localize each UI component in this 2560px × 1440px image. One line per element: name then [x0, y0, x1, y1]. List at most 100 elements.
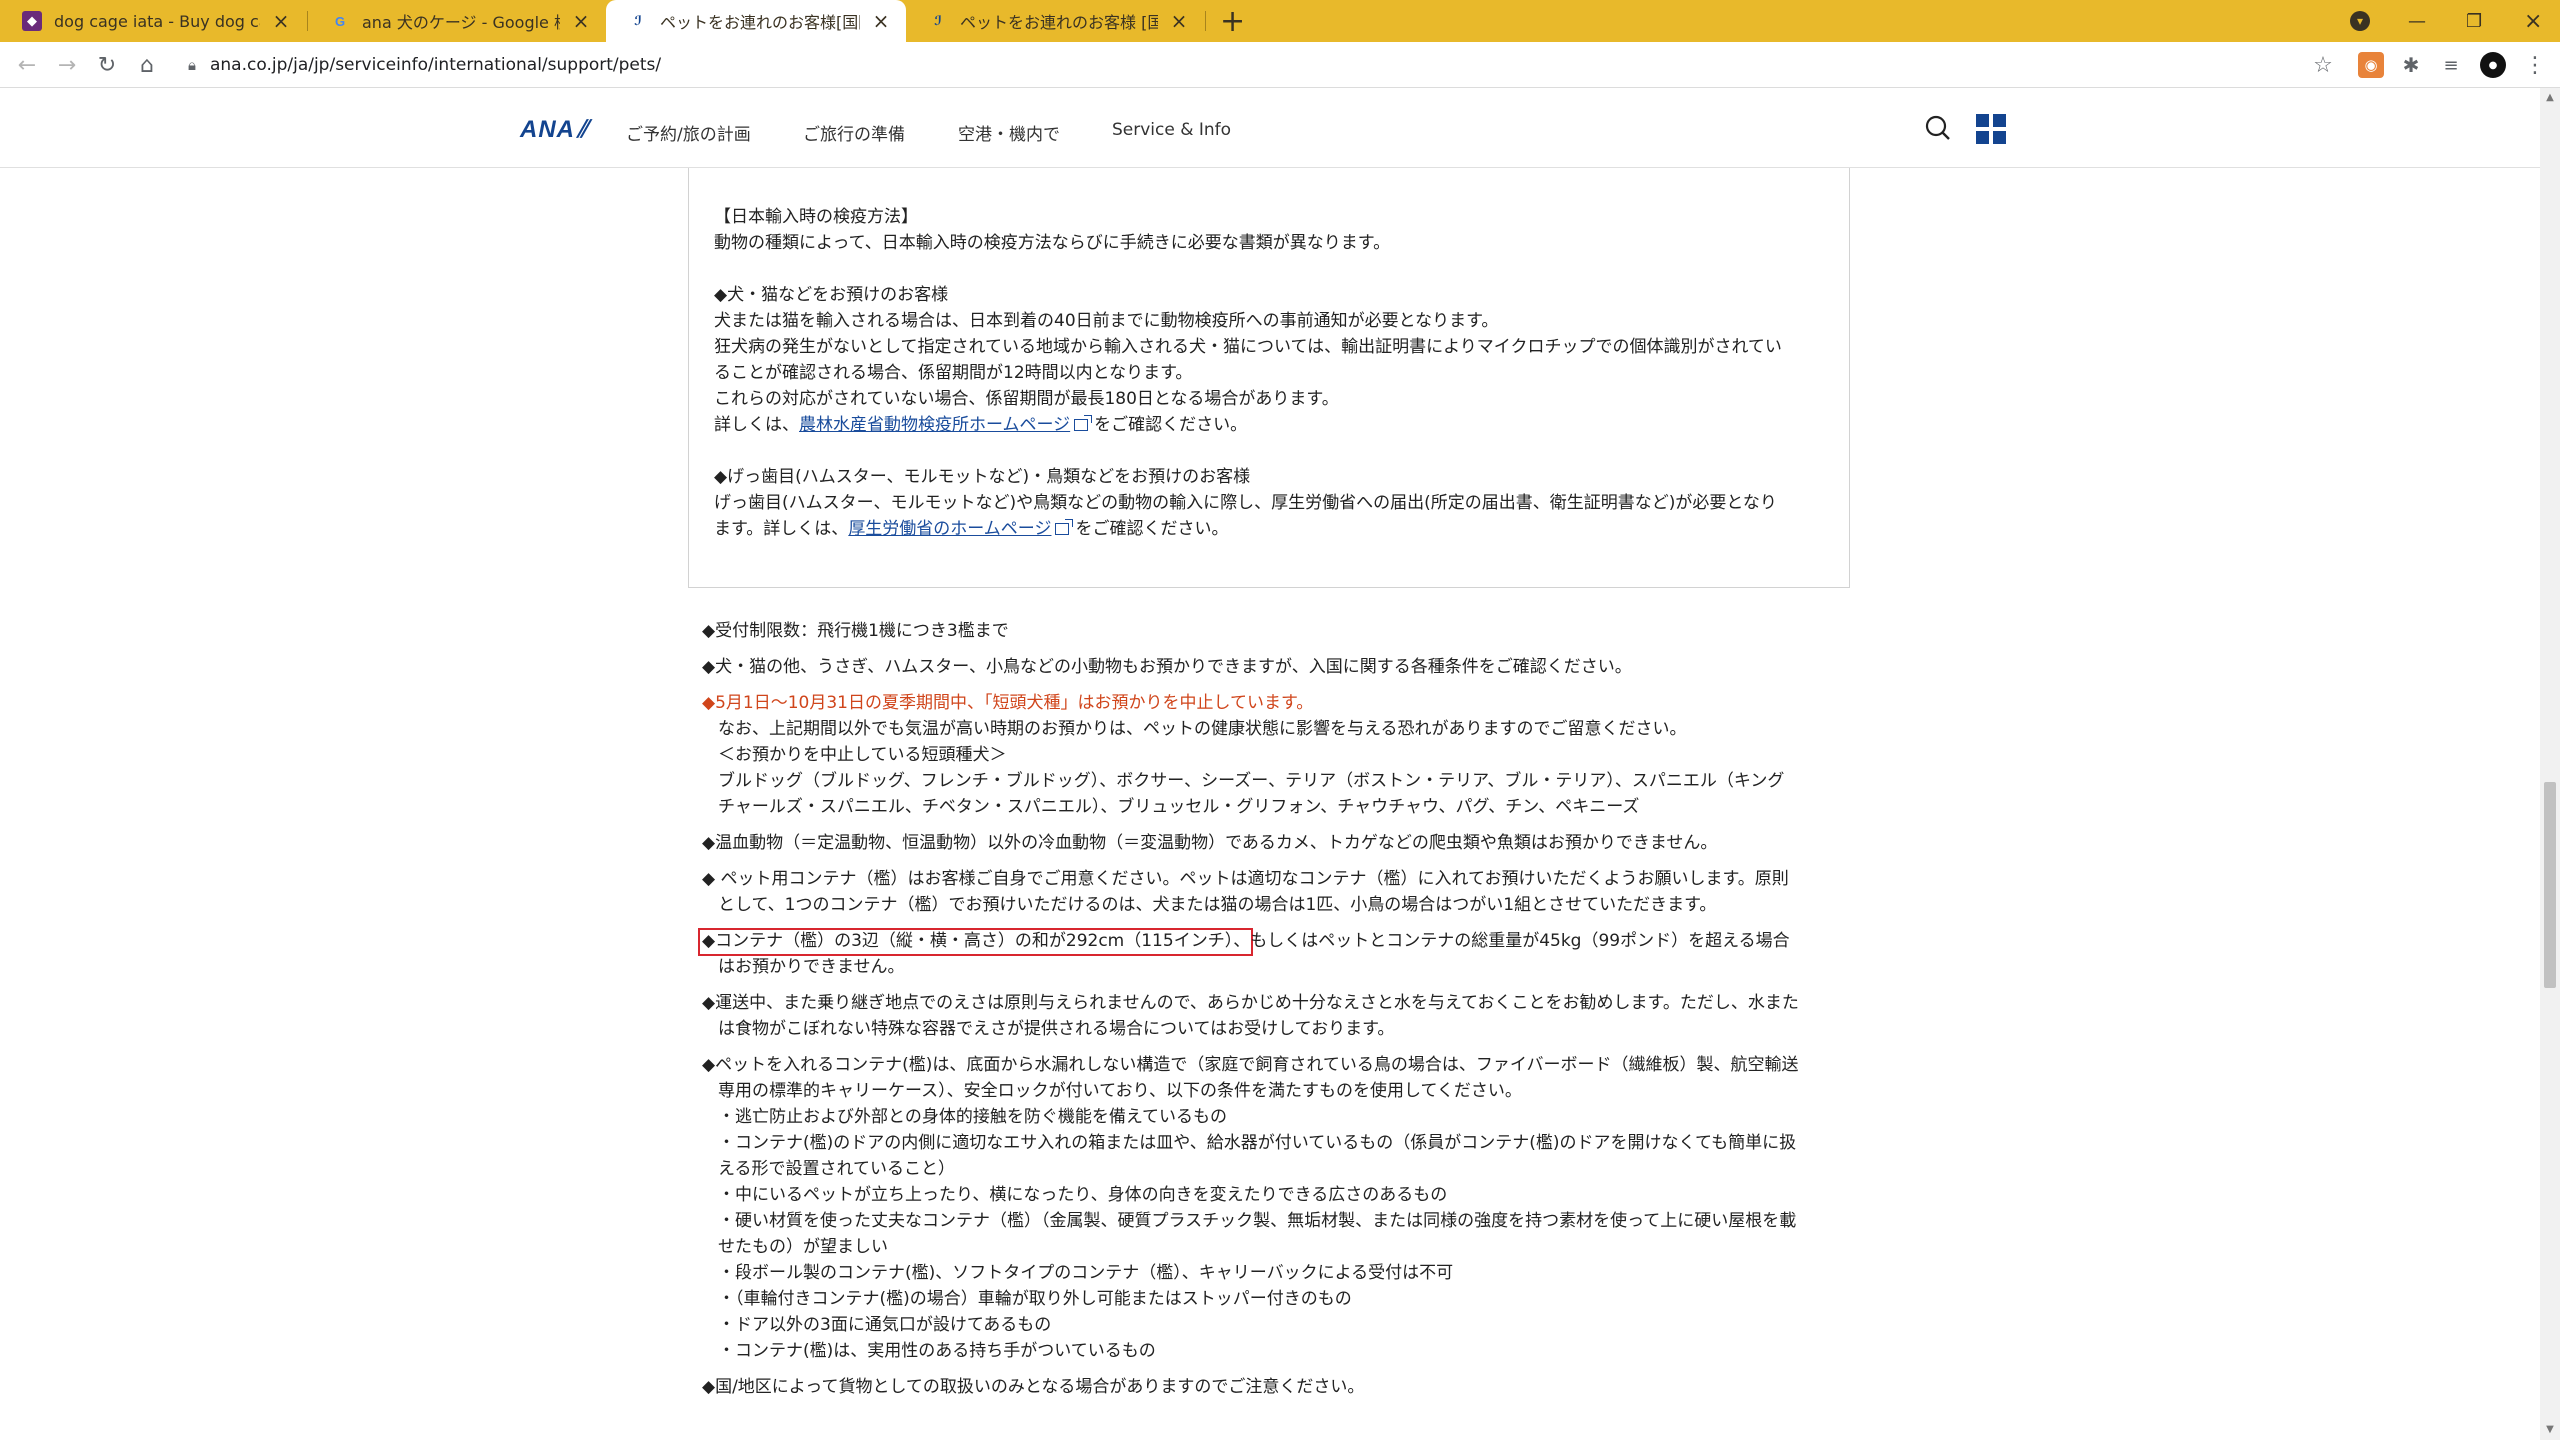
forward-icon[interactable]: → — [52, 50, 82, 80]
external-link-icon — [1055, 519, 1074, 535]
requirement-feeder-2: える形で設置されていること） — [718, 1159, 955, 1179]
details-prefix: 詳しくは、 — [714, 415, 799, 435]
reload-icon[interactable]: ↻ — [92, 50, 122, 80]
restore-icon[interactable]: ❐ — [2466, 0, 2482, 42]
dogcat-text-1: 犬または猫を輸入される場合は、日本到着の40日前までに動物検疫所への事前通知が必… — [714, 311, 1499, 331]
external-link-icon — [1074, 415, 1093, 431]
lock-icon: 🔒︎ — [188, 56, 196, 74]
limit-item: ◆受付制限数：飛行機1機につき3檻まで — [702, 621, 1009, 641]
tab-title: ペットをお連れのお客様 [国内線] | S — [960, 13, 1158, 32]
tab-separator — [1205, 11, 1206, 31]
size-limit-rest: 、もしくはペットとコンテナの総重量が45kg（99ポンド）を超える場合 — [1233, 931, 1790, 951]
shop-icon: ◆ — [22, 11, 42, 31]
dogcat-heading: ◆犬・猫などをお預けのお客様 — [714, 285, 949, 305]
brachycephalic-list-2: チャールズ・スパニエル、チベタン・スパニエル）、ブリュッセル・グリフォン、チャウ… — [718, 797, 1640, 817]
scrollbar-thumb[interactable] — [2544, 782, 2556, 988]
food-item-2: は食物がこぼれない特殊な容器でえさが提供される場合についてはお受けしております。 — [718, 1019, 1395, 1039]
nav-service-info[interactable]: Service & Info — [1112, 120, 1231, 140]
requirements-item-2: 専用の標準的キャリーケース）、安全ロックが付いており、以下の条件を満たすものを使… — [718, 1081, 1522, 1101]
tab-pets-international[interactable]: ℐ ペットをお連れのお客様[国際線] | Se × — [606, 0, 906, 42]
requirement-wheels: ・（車輪付きコンテナ(檻)の場合）車輪が取り外し可能またはストッパー付きのもの — [718, 1289, 1352, 1309]
size-limit-item: ◆コンテナ（檻）の3辺（縦・横・高さ）の和が292cm（115インチ）、もしくは… — [702, 928, 1790, 954]
rodent-heading: ◆げっ歯目(ハムスター、モルモットなど)・鳥類などをお預けのお客様 — [714, 467, 1251, 487]
container-item-1: ◆ ペット用コンテナ（檻）はお客様ご自身でご用意ください。ペットは適切なコンテナ… — [702, 869, 1789, 889]
nav-travel-prep[interactable]: ご旅行の準備 — [803, 120, 905, 145]
food-item-1: ◆運送中、また乗り継ぎ地点でのえさは原則与えられませんので、あらかじめ十分なえさ… — [702, 993, 1799, 1013]
mhlw-link[interactable]: 厚生労働省のホームページ — [848, 519, 1051, 539]
small-animals-item: ◆犬・猫の他、うさぎ、ハムスター、小鳥などの小動物もお預かりできますが、入国に関… — [702, 657, 1632, 677]
size-limit-highlighted: ◆コンテナ（檻）の3辺（縦・横・高さ）の和が292cm（115インチ） — [702, 931, 1234, 951]
dogcat-text-3: ることが確認される場合、係留期間が12時間以内となります。 — [714, 363, 1193, 383]
menu-grid-icon[interactable] — [1976, 114, 2006, 144]
rodent-details: ます。詳しくは、厚生労働省のホームページ をご確認ください。 — [714, 516, 1228, 542]
summer-note: なお、上記期間以外でも気温が高い時期のお預かりは、ペットの健康状態に影響を与える… — [718, 719, 1687, 739]
google-icon: G — [334, 13, 346, 29]
dogcat-text-4: これらの対応がされていない場合、係留期間が最長180日となる場合があります。 — [714, 389, 1339, 409]
close-icon[interactable]: × — [570, 9, 592, 33]
scroll-down-arrow-icon[interactable]: ▼ — [2544, 1424, 2556, 1436]
cold-blooded-item: ◆温血動物（＝定温動物、恒温動物）以外の冷血動物（＝変温動物）であるカメ、トカゲ… — [702, 833, 1718, 853]
details-prefix: ます。詳しくは、 — [714, 519, 849, 539]
country-note-item: ◆国/地区によって貨物としての取扱いのみとなる場合がありますのでご注意ください。 — [702, 1377, 1365, 1397]
window-close-icon[interactable]: × — [2524, 0, 2542, 42]
profile-avatar-icon[interactable]: ● — [2480, 52, 2506, 78]
browser-toolbar: ← → ↻ ⌂ 🔒︎ ana.co.jp/ja/jp/serviceinfo/i… — [0, 42, 2560, 88]
close-icon[interactable]: × — [870, 9, 892, 33]
menu-kebab-icon[interactable]: ⋮ — [2520, 50, 2550, 80]
search-icon[interactable] — [1924, 114, 1952, 142]
maff-quarantine-link[interactable]: 農林水産省動物検疫所ホームページ — [799, 415, 1070, 435]
logo-mark-icon: ⫽ — [577, 116, 589, 143]
browser-tab-bar: ◆ dog cage iata - Buy dog cage iat × G a… — [0, 0, 2560, 42]
extensions-puzzle-icon[interactable]: ✱ — [2398, 52, 2424, 78]
site-header: ANA⫽ ご予約/旅の計画 ご旅行の準備 空港・機内で Service & In… — [0, 88, 2540, 168]
dogcat-details: 詳しくは、農林水産省動物検疫所ホームページ をご確認ください。 — [714, 412, 1247, 438]
quarantine-heading: 【日本輸入時の検疫方法】 — [714, 207, 918, 227]
ana-icon: ℐ — [934, 13, 942, 29]
close-icon[interactable]: × — [270, 9, 292, 33]
main-content: 【日本輸入時の検疫方法】 動物の種類によって、日本輸入時の検疫方法ならびに手続き… — [0, 168, 2540, 1440]
back-icon[interactable]: ← — [12, 50, 42, 80]
requirement-no-cardboard: ・段ボール製のコンテナ(檻)、ソフトタイプのコンテナ（檻）、キャリーバックによる… — [718, 1263, 1454, 1283]
url-text: ana.co.jp/ja/jp/serviceinfo/internationa… — [209, 55, 662, 75]
new-tab-icon[interactable]: + — [1220, 4, 1245, 39]
home-icon[interactable]: ⌂ — [132, 50, 162, 80]
minimize-icon[interactable]: — — [2408, 0, 2426, 42]
quarantine-intro: 動物の種類によって、日本輸入時の検疫方法ならびに手続きに必要な書類が異なります。 — [714, 233, 1391, 253]
tab-dog-cage[interactable]: ◆ dog cage iata - Buy dog cage iat × — [0, 0, 306, 42]
rss-extension-icon[interactable]: ◉ — [2358, 52, 2384, 78]
tab-pets-domestic[interactable]: ℐ ペットをお連れのお客様 [国内線] | S × — [906, 0, 1204, 42]
ana-logo[interactable]: ANA⫽ — [520, 116, 589, 144]
requirement-escape: ・逃亡防止および外部との身体的接触を防ぐ機能を備えているもの — [718, 1107, 1227, 1127]
requirements-item-1: ◆ペットを入れるコンテナ(檻)は、底面から水漏れしない構造で（家庭で飼育されてい… — [702, 1055, 1799, 1075]
close-icon[interactable]: × — [1168, 9, 1190, 33]
reading-list-icon[interactable]: ≡ — [2438, 52, 2464, 78]
tab-google-search[interactable]: G ana 犬のケージ - Google 検索 × — [308, 0, 606, 42]
scroll-up-arrow-icon[interactable]: ▲ — [2544, 92, 2556, 104]
address-bar[interactable]: 🔒︎ ana.co.jp/ja/jp/serviceinfo/internati… — [188, 50, 661, 80]
requirement-space: ・中にいるペットが立ち上ったり、横になったり、身体の向きを変えたりできる広さのあ… — [718, 1185, 1448, 1205]
dogcat-text-2: 狂犬病の発生がないとして指定されている地域から輸入される犬・猫については、輸出証… — [714, 337, 1782, 357]
tab-title: ana 犬のケージ - Google 検索 — [362, 13, 560, 32]
brachycephalic-list-1: ブルドッグ（ブルドッグ、フレンチ・ブルドッグ）、ボクサー、シーズー、テリア（ボス… — [718, 771, 1785, 791]
tab-search-icon[interactable]: ▾ — [2350, 0, 2370, 42]
tab-title: ペットをお連れのお客様[国際線] | Se — [660, 13, 860, 32]
details-suffix: をご確認ください。 — [1075, 519, 1229, 539]
container-item-2: として、1つのコンテナ（檻）でお預けいただけるのは、犬または猫の場合は1匹、小鳥… — [718, 895, 1717, 915]
nav-airport-inflight[interactable]: 空港・機内で — [958, 120, 1060, 145]
requirement-feeder: ・コンテナ(檻)のドアの内側に適切なエサ入れの箱または皿や、給水器が付いているも… — [718, 1133, 1797, 1153]
ana-icon: ℐ — [634, 13, 642, 29]
logo-text: ANA — [520, 116, 575, 143]
summer-restriction-item: ◆5月1日～10月31日の夏季期間中、「短頭犬種」はお預かりを中止しています。 — [702, 693, 1314, 713]
requirement-handle: ・コンテナ(檻)は、実用性のある持ち手がついているもの — [718, 1341, 1156, 1361]
scrollbar-track[interactable] — [2540, 88, 2560, 1440]
nav-reservation[interactable]: ご予約/旅の計画 — [626, 120, 751, 145]
requirement-material-2: せたもの）が望ましい — [718, 1237, 888, 1257]
tab-title: dog cage iata - Buy dog cage iat — [54, 11, 260, 31]
rodent-text-1: げっ歯目(ハムスター、モルモットなど)や鳥類などの動物の輸入に際し、厚生労働省へ… — [714, 493, 1777, 513]
size-limit-item-2: はお預かりできません。 — [718, 957, 905, 977]
details-suffix: をご確認ください。 — [1094, 415, 1248, 435]
brachycephalic-heading: ＜お預かりを中止している短頭種犬＞ — [718, 745, 1007, 765]
requirement-material: ・硬い材質を使った丈夫なコンテナ（檻）（金属製、硬質プラスチック製、無垢材製、ま… — [718, 1211, 1797, 1231]
bookmark-star-icon[interactable]: ☆ — [2308, 50, 2338, 80]
requirement-ventilation: ・ドア以外の3面に通気口が設けてあるもの — [718, 1315, 1052, 1335]
